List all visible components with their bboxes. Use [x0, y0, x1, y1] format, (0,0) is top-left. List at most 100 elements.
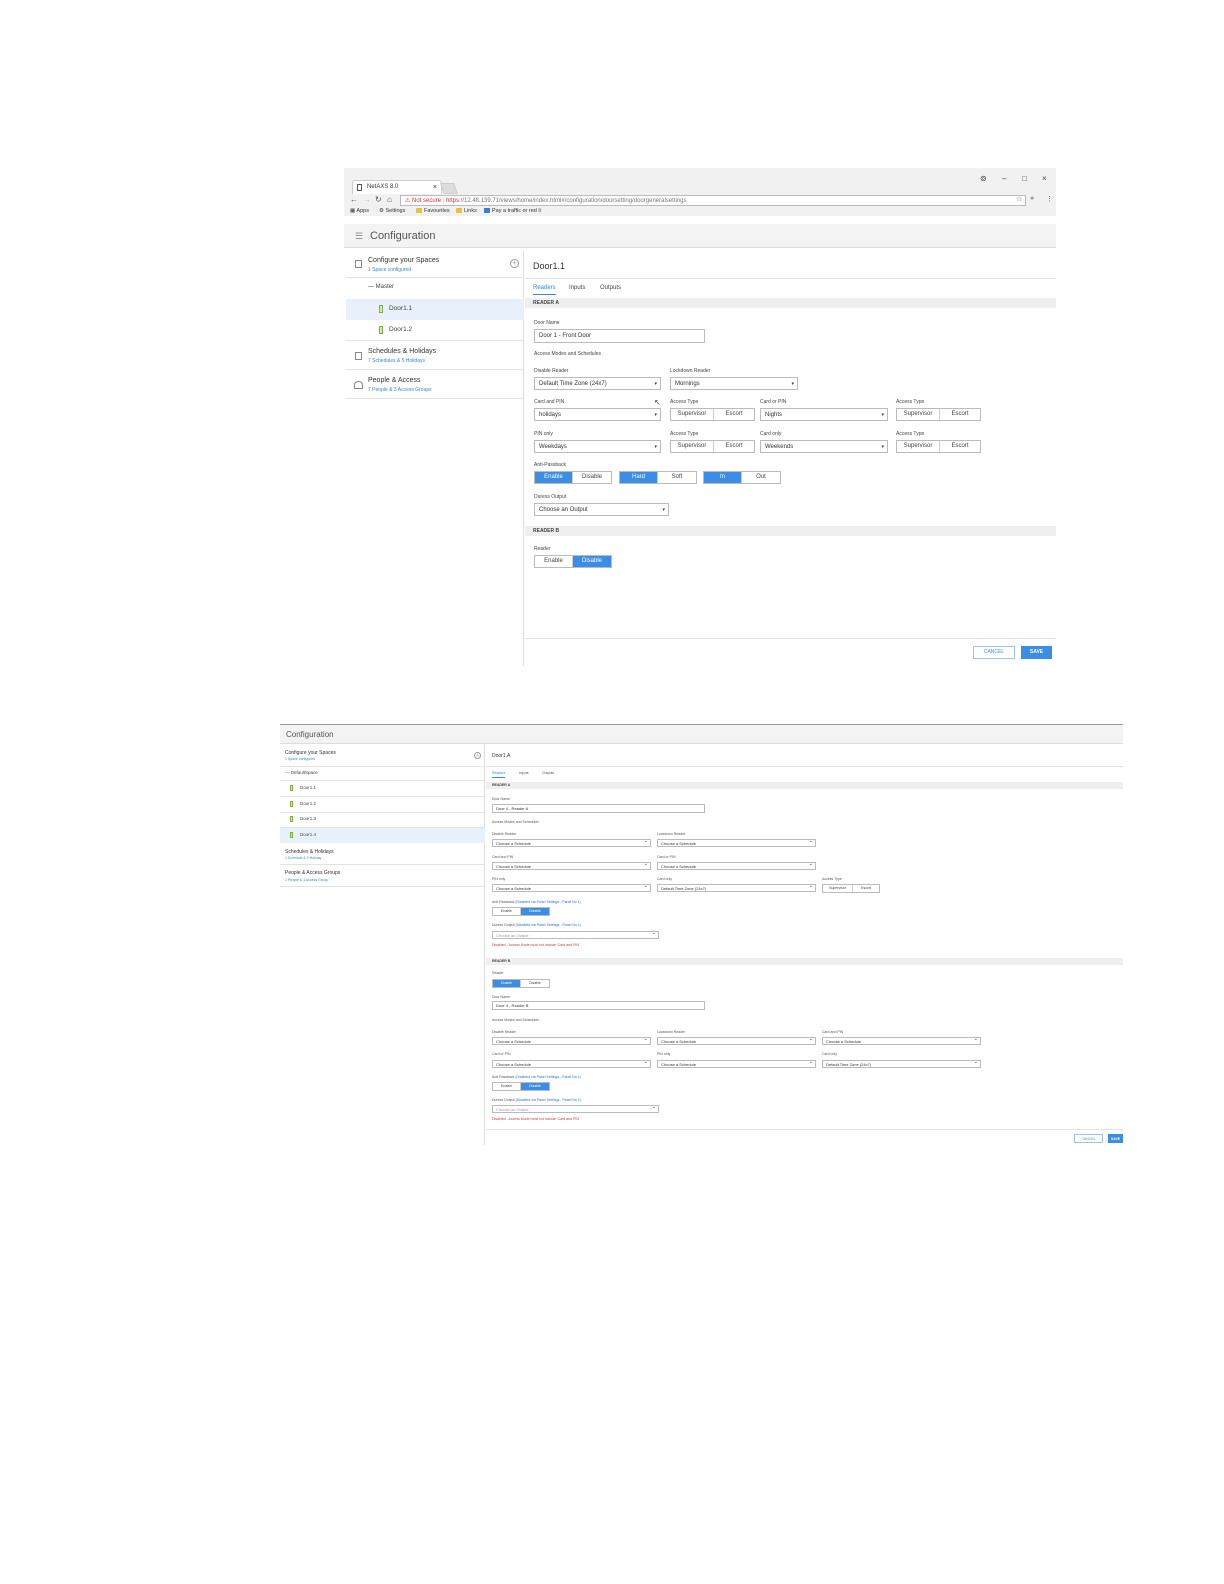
escort-option[interactable]: Escort [940, 441, 980, 452]
supervisor-option[interactable]: Supervisor [823, 885, 853, 892]
home-icon[interactable]: ⌂ [387, 195, 392, 204]
card-and-pin-select[interactable]: Choose a Schedule [492, 862, 651, 870]
tab-outputs[interactable]: Outputs [600, 285, 621, 291]
tab-readers[interactable]: Readers [533, 285, 556, 295]
disable-option[interactable]: Disable [521, 908, 549, 915]
duress-output-select[interactable]: Choose an Output [534, 503, 669, 516]
save-button[interactable]: SAVE [1021, 646, 1052, 659]
extension-icon[interactable]: ● [1030, 195, 1034, 202]
menu-kebab-icon[interactable]: ⋮ [1046, 195, 1053, 203]
cancel-button[interactable]: CANCEL [1074, 1134, 1103, 1143]
pin-only-select[interactable]: Weekdays [534, 440, 661, 453]
disable-option[interactable]: Disable [573, 472, 611, 483]
bookmark-favourites[interactable]: Favourites [416, 208, 450, 214]
maximize-icon[interactable]: □ [1022, 174, 1027, 183]
save-button[interactable]: SAVE [1108, 1134, 1123, 1143]
back-icon[interactable]: ← [350, 195, 358, 204]
card-only-select[interactable]: Weekends [760, 440, 888, 453]
sidebar-item-door1-2[interactable]: Door1.2 [300, 801, 316, 806]
tab-inputs[interactable]: Inputs [569, 285, 585, 291]
minimize-icon[interactable]: – [1002, 174, 1006, 183]
sidebar-item-people[interactable]: People & Access 7 People & 3 Access Grou… [346, 371, 524, 399]
page-icon [357, 184, 362, 191]
address-bar[interactable]: ⚠ Not secure | https://12.48.139.71/view… [400, 195, 1026, 206]
disable-reader-select[interactable]: Choose a Schedule [492, 839, 651, 847]
browser-tab[interactable]: NetAXS 8.0 × [352, 180, 442, 194]
new-tab-button[interactable] [439, 183, 459, 194]
lockdown-reader-select[interactable]: Choose a Schedule [657, 839, 816, 847]
pin-only-select-b[interactable]: Choose a Schedule [657, 1060, 816, 1068]
card-only-select[interactable]: Default Time Zone (24x7) [657, 884, 816, 892]
card-and-pin-select-b[interactable]: Choose a Schedule [822, 1037, 981, 1045]
card-or-pin-select-b[interactable]: Choose a Schedule [492, 1060, 651, 1068]
sidebar-item-door1-4[interactable]: Door1.4 [280, 828, 485, 843]
disable-option[interactable]: Disable [521, 1083, 549, 1090]
divider [280, 780, 485, 781]
enable-option[interactable]: Enable [493, 980, 521, 987]
card-and-pin-select[interactable]: holidays [534, 408, 661, 421]
escort-option[interactable]: Escort [714, 441, 754, 452]
close-window-icon[interactable]: × [1042, 174, 1047, 183]
profile-icon[interactable]: ⊚ [980, 174, 987, 183]
sidebar-item-door1-2[interactable]: Door1.2 [346, 320, 524, 341]
enable-option[interactable]: Enable [493, 908, 521, 915]
supervisor-option[interactable]: Supervisor [897, 441, 940, 452]
sidebar-spaces-title[interactable]: Configure your Spaces [285, 750, 336, 756]
pin-only-select[interactable]: Choose a Schedule [492, 884, 651, 892]
sidebar-group-defaultspace[interactable]: — DefaultSpace [285, 770, 318, 775]
supervisor-option[interactable]: Supervisor [671, 441, 714, 452]
bookmark-settings[interactable]: ⚙ Settings [379, 208, 405, 214]
escort-option[interactable]: Escort [714, 409, 754, 420]
tab-readers[interactable]: Readers [492, 771, 506, 778]
bookmark-links[interactable]: Links [456, 208, 477, 214]
escort-option[interactable]: Escort [940, 409, 980, 420]
lockdown-reader-select-b[interactable]: Choose a Schedule [657, 1037, 816, 1045]
sidebar-item-door1-1[interactable]: Door1.1 [300, 785, 316, 790]
disable-reader-select[interactable]: Default Time Zone (24x7) [534, 377, 661, 390]
star-icon[interactable]: ☆ [1016, 195, 1022, 203]
soft-option[interactable]: Soft [658, 472, 696, 483]
hamburger-menu-icon[interactable]: ☰ [355, 224, 363, 248]
cancel-button[interactable]: CANCEL [973, 646, 1015, 659]
door-name-input[interactable]: Door 1 - Front Door [534, 329, 705, 343]
duress-output-select-b[interactable]: Choose an Output [492, 1105, 659, 1113]
enable-option[interactable]: Enable [493, 1083, 521, 1090]
tab-close-icon[interactable]: × [433, 181, 437, 194]
hard-option[interactable]: Hard [620, 472, 658, 483]
add-space-icon[interactable]: + [510, 259, 519, 268]
door-name-input-a[interactable]: Door 4 - Reader A [492, 804, 705, 813]
bookmark-apps[interactable]: ▦ Apps [350, 208, 369, 214]
supervisor-option[interactable]: Supervisor [671, 409, 714, 420]
disable-option[interactable]: Disable [573, 556, 611, 567]
lockdown-reader-select[interactable]: Mornings [670, 377, 798, 390]
in-option[interactable]: In [704, 472, 742, 483]
sidebar-item-spaces[interactable]: Configure your Spaces 1 Space configured… [346, 250, 524, 278]
tab-outputs[interactable]: Outputs [542, 771, 554, 775]
sidebar-group-master[interactable]: — Master [346, 279, 524, 299]
card-or-pin-select[interactable]: Choose a Schedule [657, 862, 816, 870]
card-only-select-b[interactable]: Default Time Zone (24x7) [822, 1060, 981, 1068]
sidebar-people-title[interactable]: People & Access Groups [285, 870, 340, 876]
disable-reader-select-b[interactable]: Choose a Schedule [492, 1037, 651, 1045]
tab-inputs[interactable]: Inputs [519, 771, 529, 775]
sidebar-schedules-title[interactable]: Schedules & Holidays [285, 849, 334, 855]
sidebar-item-door1-1[interactable]: Door1.1 [346, 299, 524, 320]
sidebar-item-door1-3[interactable]: Door1.3 [300, 816, 316, 821]
card-or-pin-select[interactable]: Nights [760, 408, 888, 421]
door-icon [379, 305, 383, 313]
out-option[interactable]: Out [742, 472, 780, 483]
disable-option[interactable]: Disable [521, 980, 549, 987]
door-name-input-b[interactable]: Door 4 - Reader B [492, 1001, 705, 1010]
add-space-icon[interactable]: + [474, 752, 481, 759]
app-screenshot-2: Configuration Configure your Spaces 1 Sp… [280, 724, 1123, 1145]
duress-output-select[interactable]: Choose an Output [492, 931, 659, 939]
sidebar-item-schedules[interactable]: Schedules & Holidays 7 Schedules & 5 Hol… [346, 342, 524, 370]
enable-option[interactable]: Enable [535, 472, 573, 483]
reload-icon[interactable]: ↻ [375, 195, 382, 204]
folder-icon [456, 208, 462, 214]
bookmark-pay-traffic[interactable]: Pay a traffic or red li [484, 208, 541, 214]
supervisor-option[interactable]: Supervisor [897, 409, 940, 420]
escort-option[interactable]: Escort [853, 885, 879, 892]
enable-option[interactable]: Enable [535, 556, 573, 567]
forward-icon[interactable]: → [363, 195, 371, 204]
